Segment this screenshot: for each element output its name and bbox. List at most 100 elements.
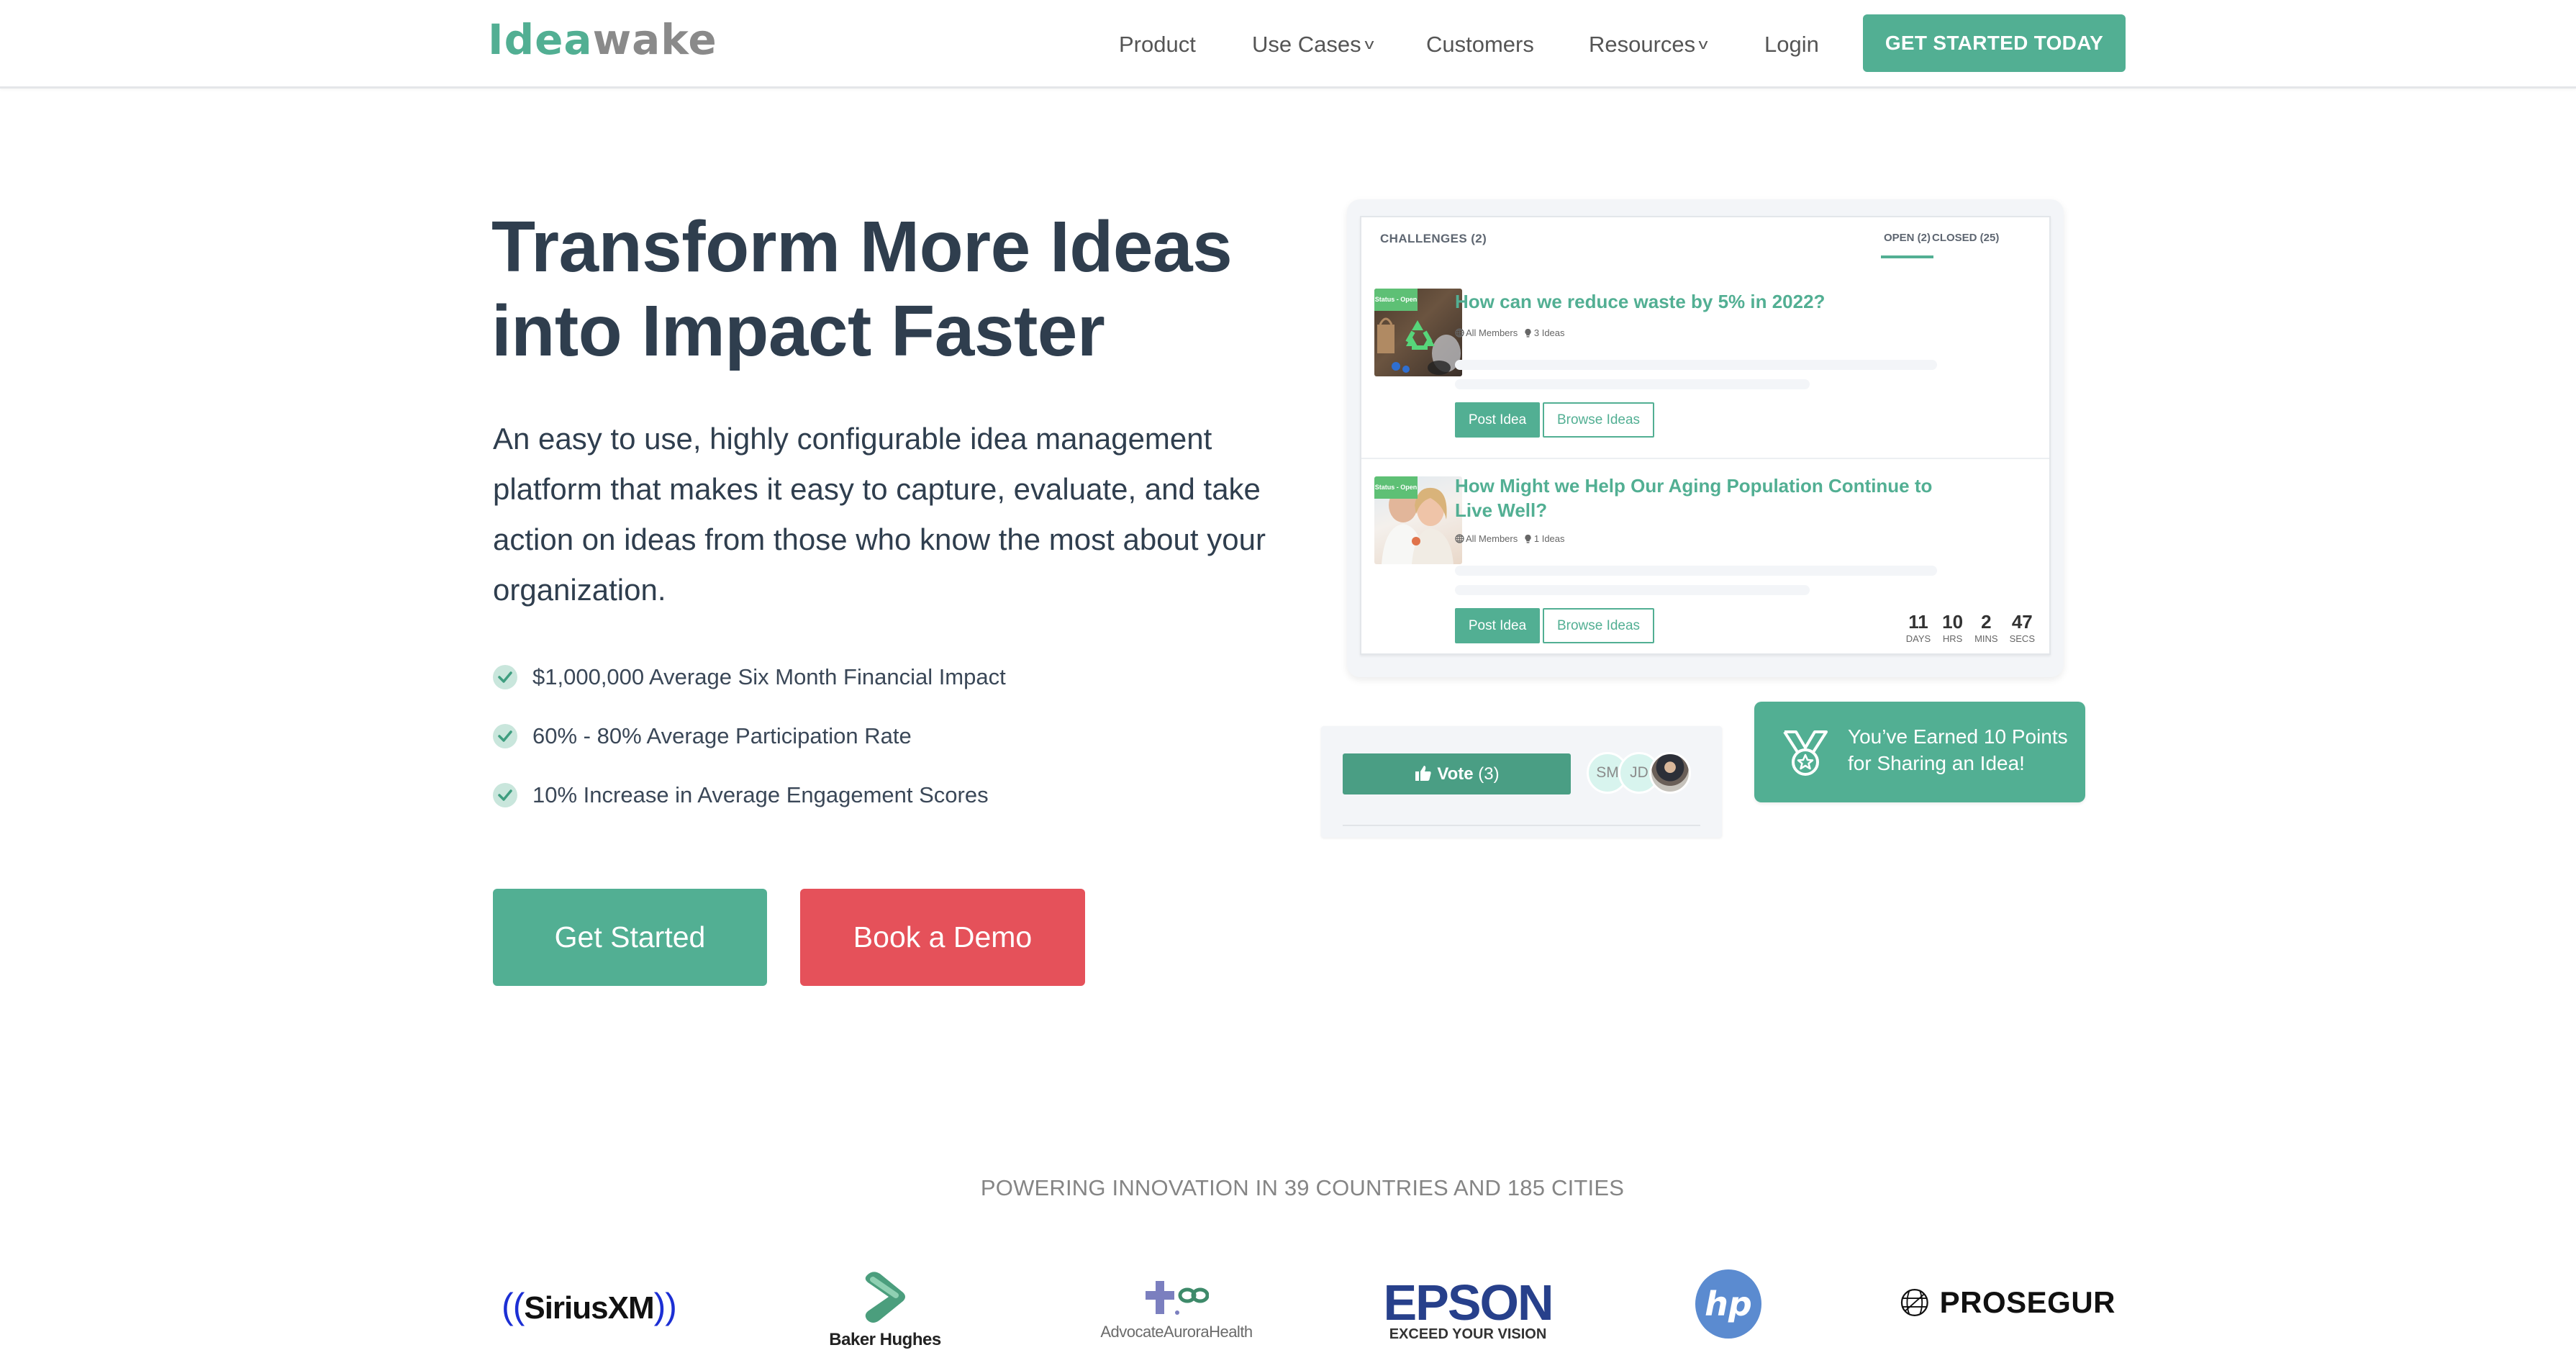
challenge-audience: All Members: [1466, 327, 1518, 338]
challenge-item: Status - Open How can we reduce waste by…: [1361, 275, 2049, 459]
nav-customers-label: Customers: [1426, 32, 1534, 57]
benefit-text: 60% - 80% Average Participation Rate: [532, 723, 912, 748]
description-placeholder: [1455, 360, 1937, 370]
challenges-title: CHALLENGES (2): [1380, 232, 1487, 245]
headline-line-2: into Impact Faster: [491, 291, 1105, 371]
countdown-days: 11 DAYS: [1906, 612, 1931, 646]
advocate-aurora-logo: AdvocateAuroraHealth: [1079, 1274, 1274, 1346]
benefit-text: 10% Increase in Average Engagement Score…: [532, 782, 989, 807]
get-started-button[interactable]: Get Started: [493, 889, 767, 986]
epson-tagline: EXCEED YOUR VISION: [1389, 1326, 1547, 1342]
prosegur-logo: PROSEGUR: [1900, 1281, 2115, 1324]
nav-product-label: Product: [1119, 32, 1196, 57]
challenge-image[interactable]: Status - Open: [1374, 289, 1462, 376]
prosegur-text: PROSEGUR: [1939, 1285, 2115, 1319]
hp-mark-icon: hp: [1695, 1269, 1761, 1339]
challenge-item: Status - Open How Might we Help Our Agin…: [1361, 459, 2049, 653]
challenge-meta: All Members 3 Ideas: [1455, 327, 1565, 338]
advocate-text: AdvocateAuroraHealth: [1100, 1323, 1253, 1341]
tab-closed[interactable]: CLOSED (25): [1932, 232, 1999, 244]
countdown-hours: 10 HRS: [1942, 612, 1963, 646]
vote-label: Vote: [1437, 764, 1474, 784]
baker-hughes-mark-icon: [865, 1272, 905, 1323]
countdown-minutes: 2 MINS: [1974, 612, 1998, 646]
description-placeholder: [1455, 585, 1810, 595]
challenge-title[interactable]: How can we reduce waste by 5% in 2022?: [1455, 289, 1966, 314]
nav-product[interactable]: Product: [1119, 29, 1196, 60]
points-message: You’ve Earned 10 Points for Sharing an I…: [1848, 725, 2068, 774]
globe-icon: [1455, 328, 1464, 338]
globe-icon: [1455, 534, 1464, 543]
description-placeholder: [1455, 379, 1810, 389]
headline-line-1: Transform More Ideas: [491, 207, 1233, 287]
signal-waves-icon: ((: [502, 1286, 525, 1326]
hp-logo: hp: [1692, 1268, 1764, 1340]
thumbs-up-icon: [1415, 766, 1431, 781]
divider: [1343, 825, 1700, 826]
challenge-meta: All Members 1 Ideas: [1455, 533, 1565, 544]
avatar-photo[interactable]: [1649, 752, 1691, 794]
siriusxm-text: SiriusXM: [524, 1290, 654, 1326]
challenges-preview-card: CHALLENGES (2) OPEN (2) CLOSED (25) Stat…: [1347, 199, 2064, 677]
hero-description: An easy to use, highly configurable idea…: [493, 422, 1266, 607]
post-idea-button[interactable]: Post Idea: [1455, 608, 1540, 643]
ideawake-logo[interactable]: Ideawake: [488, 19, 717, 60]
post-idea-button[interactable]: Post Idea: [1455, 402, 1540, 438]
nav-login[interactable]: Login: [1764, 29, 1819, 60]
countdown-value: 10: [1942, 611, 1964, 633]
challenge-title[interactable]: How Might we Help Our Aging Population C…: [1455, 474, 1966, 522]
benefit-text: $1,000,000 Average Six Month Financial I…: [532, 664, 1006, 689]
check-icon: [493, 665, 517, 689]
benefit-item: 10% Increase in Average Engagement Score…: [493, 766, 1284, 825]
challenges-panel: CHALLENGES (2) OPEN (2) CLOSED (25) Stat…: [1360, 216, 2051, 655]
countdown-value: 47: [2011, 611, 2033, 633]
points-earned-notification: You’ve Earned 10 Points for Sharing an I…: [1754, 702, 2085, 802]
social-proof-heading: POWERING INNOVATION IN 39 COUNTRIES AND …: [980, 1175, 1625, 1200]
signal-waves-icon: )): [653, 1286, 677, 1326]
hp-text: hp: [1705, 1285, 1752, 1323]
vote-button[interactable]: Vote (3): [1343, 753, 1571, 794]
hero-headline: Transform More Ideas into Impact Faster: [491, 205, 1283, 373]
baker-hughes-text: Baker Hughes: [829, 1330, 941, 1349]
benefit-item: 60% - 80% Average Participation Rate: [493, 707, 1284, 766]
challenge-audience: All Members: [1466, 533, 1518, 544]
challenge-ideas-count: 1 Ideas: [1533, 533, 1565, 544]
lightbulb-icon: [1525, 328, 1531, 338]
description-placeholder: [1455, 566, 1937, 576]
status-badge: Status - Open: [1374, 289, 1418, 311]
advocate-cross-icon: [1146, 1281, 1209, 1315]
countdown-timer: 11 DAYS 10 HRS 2 MINS 47 SECS: [1906, 612, 2035, 646]
countdown-unit: SECS: [2009, 633, 2035, 644]
benefit-item: $1,000,000 Average Six Month Financial I…: [493, 648, 1284, 707]
countdown-unit: DAYS: [1905, 633, 1931, 644]
vote-panel: Vote (3) SM JD: [1321, 726, 1722, 838]
nav-resources[interactable]: Resources v: [1589, 29, 1708, 60]
nav-use-cases[interactable]: Use Cases v: [1252, 29, 1374, 60]
epson-text: EPSON: [1383, 1274, 1554, 1331]
challenge-ideas-count: 3 Ideas: [1533, 327, 1565, 338]
epson-logo: EPSON EXCEED YOUR VISION: [1378, 1276, 1558, 1344]
browse-ideas-button[interactable]: Browse Ideas: [1543, 402, 1654, 438]
countdown-value: 11: [1908, 611, 1928, 633]
nav-resources-label: Resources: [1589, 32, 1696, 57]
status-badge: Status - Open: [1374, 476, 1418, 499]
medal-icon: [1783, 730, 1828, 776]
get-started-today-button[interactable]: GET STARTED TODAY: [1863, 14, 2126, 72]
challenge-image[interactable]: Status - Open: [1374, 476, 1462, 564]
nav-customers[interactable]: Customers: [1426, 29, 1534, 60]
countdown-value: 2: [1981, 611, 1992, 633]
nav-use-cases-label: Use Cases: [1252, 32, 1361, 57]
logo-text-wake: wake: [592, 15, 717, 64]
nav-login-label: Login: [1764, 32, 1819, 57]
check-icon: [493, 724, 517, 748]
logo-text-idea: Idea: [488, 15, 593, 64]
globe-icon: [1900, 1289, 1928, 1316]
chevron-down-icon: v: [1364, 37, 1374, 53]
benefit-list: $1,000,000 Average Six Month Financial I…: [493, 648, 1284, 825]
lightbulb-icon: [1525, 534, 1531, 543]
countdown-seconds: 47 SECS: [2010, 612, 2035, 646]
tab-open[interactable]: OPEN (2): [1880, 232, 1934, 258]
siriusxm-logo: ((SiriusXM)): [486, 1281, 691, 1331]
browse-ideas-button[interactable]: Browse Ideas: [1543, 608, 1654, 643]
book-demo-button[interactable]: Book a Demo: [800, 889, 1085, 986]
